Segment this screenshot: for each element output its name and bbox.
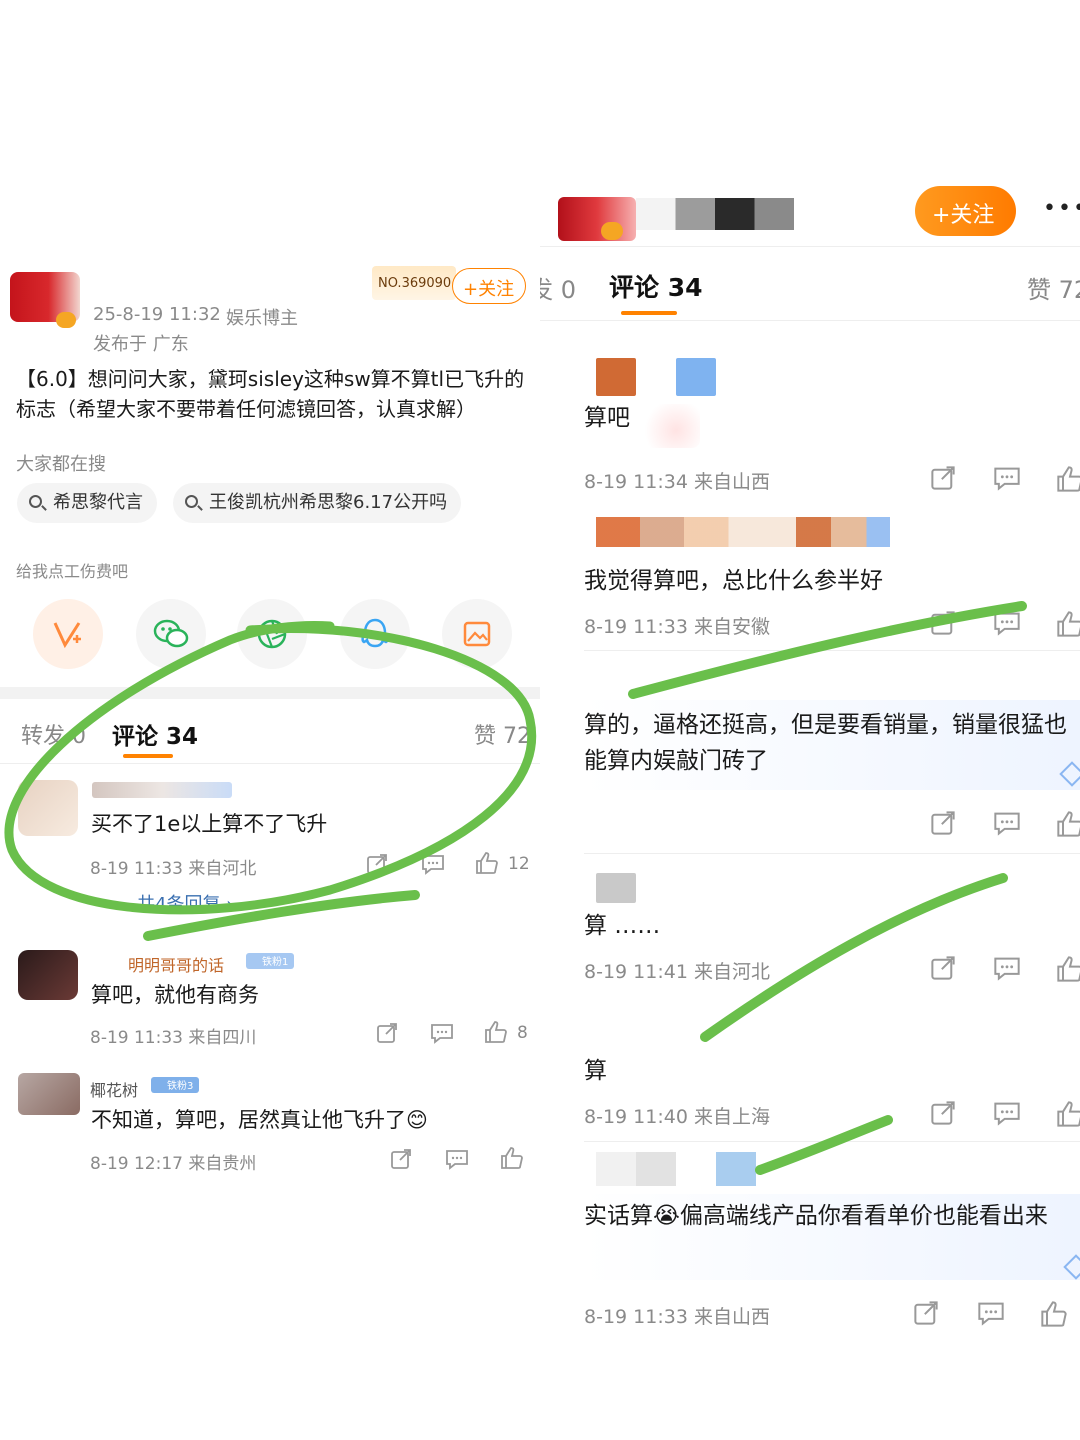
annotation-strike-3: [755, 1115, 893, 1175]
annotation-circle: [4, 621, 537, 915]
annotation-overlay: [4, 601, 1027, 1175]
annotation-strike-2: [700, 873, 1008, 1042]
annotation-strike-1: [628, 601, 1027, 699]
